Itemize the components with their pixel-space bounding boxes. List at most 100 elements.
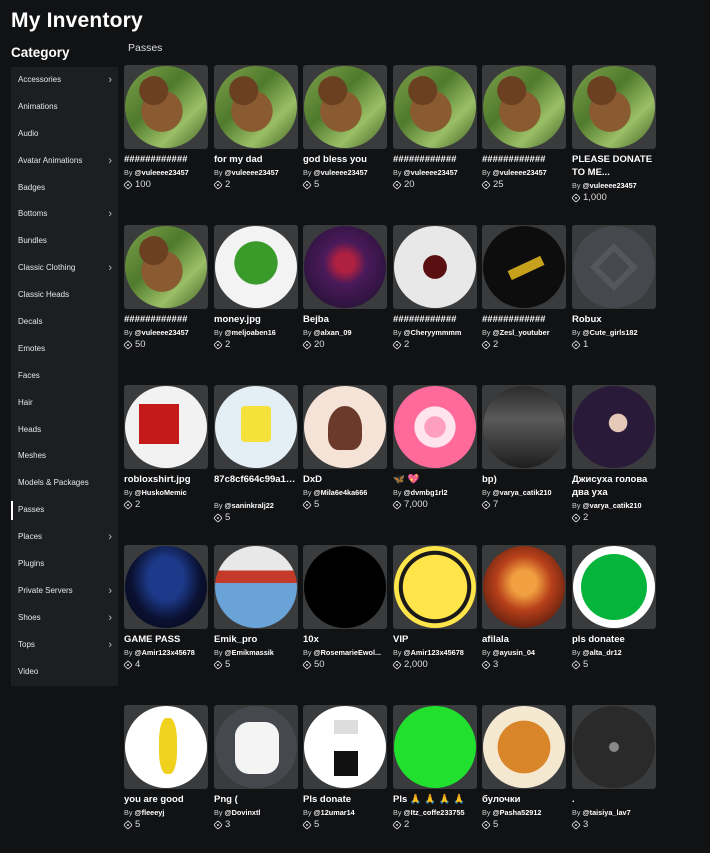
pass-card[interactable]: ############ By @vuleeee23457 50 [123, 225, 208, 350]
creator-link[interactable]: @RosemarieEwol... [314, 648, 382, 657]
pass-card[interactable]: for my dad By @vuleeee23457 2 [213, 65, 300, 190]
pass-name[interactable]: PLEASE DONATE TO ME... [572, 153, 658, 179]
pass-card[interactable]: pls donatee By @alta_dr12 5 [571, 545, 656, 670]
pass-card[interactable]: Pls donate By @12umar14 5 [302, 705, 387, 830]
sidebar-item-bundles[interactable]: Bundles [11, 228, 118, 255]
creator-link[interactable]: @vuleeee23457 [314, 168, 368, 177]
pass-card[interactable]: ############ By @Zesl_youtuber 2 [481, 225, 568, 350]
sidebar-item-emotes[interactable]: Emotes [11, 336, 118, 363]
pass-name[interactable]: robloxshirt.jpg [124, 473, 210, 486]
pass-card[interactable]: булочки By @Pasha52912 5 [481, 705, 568, 830]
pass-name[interactable]: Png ( [214, 793, 300, 806]
pass-thumbnail[interactable] [124, 705, 208, 789]
pass-name[interactable]: ############ [482, 313, 568, 326]
pass-card[interactable]: god bless you By @vuleeee23457 5 [302, 65, 389, 190]
creator-link[interactable]: @12umar14 [314, 808, 355, 817]
sidebar-item-decals[interactable]: Decals [11, 309, 118, 336]
creator-link[interactable]: @Cheryymmmm [404, 328, 462, 337]
creator-link[interactable]: @Pasha52912 [493, 808, 542, 817]
creator-link[interactable]: @alxan_09 [314, 328, 352, 337]
creator-link[interactable]: @alta_dr12 [583, 648, 622, 657]
pass-name[interactable]: ############ [393, 153, 479, 166]
pass-name[interactable]: 🦋 💖 [393, 473, 479, 486]
creator-link[interactable]: @meljoaben16 [225, 328, 276, 337]
pass-thumbnail[interactable] [393, 65, 477, 149]
pass-name[interactable]: ############ [124, 153, 210, 166]
pass-name[interactable]: . [572, 793, 658, 806]
pass-name[interactable]: Bejba [303, 313, 389, 326]
pass-name[interactable]: 87c8cf664c99a1ab6-... [214, 473, 300, 499]
pass-name[interactable]: VIP [393, 633, 479, 646]
pass-thumbnail[interactable] [303, 545, 387, 629]
pass-card[interactable]: Robux By @Cute_girls182 1 [571, 225, 658, 350]
pass-thumbnail[interactable] [124, 545, 208, 629]
creator-link[interactable]: @Mila6e4ka666 [314, 488, 368, 497]
creator-link[interactable]: @Amir123x45678 [135, 648, 195, 657]
creator-link[interactable]: @Itz_coffe233755 [404, 808, 465, 817]
creator-link[interactable]: @ayusin_04 [493, 648, 535, 657]
pass-card[interactable]: robloxshirt.jpg By @HuskoMemic 2 [123, 385, 210, 510]
pass-thumbnail[interactable] [303, 385, 387, 469]
pass-card[interactable]: 🦋 💖 By @dvmbg1rl2 7,000 [392, 385, 479, 510]
pass-name[interactable]: DxD [303, 473, 389, 486]
pass-name[interactable]: god bless you [303, 153, 389, 166]
pass-thumbnail[interactable] [303, 705, 387, 789]
sidebar-item-places[interactable]: Places › [11, 524, 118, 551]
pass-card[interactable]: VIP By @Amir123x45678 2,000 [392, 545, 479, 670]
pass-card[interactable]: afilala By @ayusin_04 3 [481, 545, 568, 670]
sidebar-item-private-servers[interactable]: Private Servers › [11, 578, 118, 605]
pass-card[interactable]: Emik_pro By @Emikmassik 5 [213, 545, 298, 670]
creator-link[interactable]: @Zesl_youtuber [493, 328, 550, 337]
pass-card[interactable]: ############ By @Cheryymmmm 2 [392, 225, 479, 350]
creator-link[interactable]: @Amir123x45678 [404, 648, 464, 657]
pass-card[interactable]: ############ By @vuleeee23457 20 [392, 65, 479, 190]
creator-link[interactable]: @dvmbg1rl2 [404, 488, 448, 497]
creator-link[interactable]: @Emikmassik [225, 648, 274, 657]
pass-name[interactable]: GAME PASS [124, 633, 210, 646]
pass-name[interactable]: afilala [482, 633, 568, 646]
pass-name[interactable]: 10x [303, 633, 389, 646]
sidebar-item-hair[interactable]: Hair [11, 390, 118, 417]
pass-thumbnail[interactable] [303, 65, 387, 149]
pass-card[interactable]: PLEASE DONATE TO ME... By @vuleeee23457 1,… [571, 65, 658, 203]
pass-thumbnail[interactable] [124, 225, 208, 309]
creator-link[interactable]: @fleeeyj [135, 808, 165, 817]
pass-name[interactable]: Robux [572, 313, 658, 326]
creator-link[interactable]: @vuleeee23457 [135, 168, 189, 177]
pass-name[interactable]: булочки [482, 793, 568, 806]
pass-thumbnail[interactable] [482, 65, 566, 149]
pass-thumbnail[interactable] [214, 705, 298, 789]
pass-thumbnail[interactable] [393, 545, 477, 629]
sidebar-item-models-packages[interactable]: Models & Packages [11, 470, 118, 497]
creator-link[interactable]: @vuleeee23457 [404, 168, 458, 177]
sidebar-item-audio[interactable]: Audio [11, 121, 118, 148]
pass-card[interactable]: ############ By @vuleeee23457 100 [123, 65, 210, 190]
pass-card[interactable]: bp) By @varya_catik210 7 [481, 385, 566, 510]
sidebar-item-accessories[interactable]: Accessories › [11, 67, 118, 94]
pass-card[interactable]: . By @taisiya_lav7 3 [571, 705, 658, 830]
pass-card[interactable]: money.jpg By @meljoaben16 2 [213, 225, 300, 350]
pass-thumbnail[interactable] [572, 385, 656, 469]
sidebar-item-badges[interactable]: Badges [11, 175, 118, 202]
pass-name[interactable]: Pls 🙏 🙏 🙏 🙏 [393, 793, 479, 806]
creator-link[interactable]: @vuleeee23457 [493, 168, 547, 177]
pass-name[interactable]: ############ [482, 153, 568, 166]
sidebar-item-classic-clothing[interactable]: Classic Clothing › [11, 255, 118, 282]
pass-name[interactable]: ############ [393, 313, 479, 326]
sidebar-item-bottoms[interactable]: Bottoms › [11, 201, 118, 228]
pass-name[interactable]: money.jpg [214, 313, 300, 326]
pass-thumbnail[interactable] [393, 385, 477, 469]
creator-link[interactable]: @taisiya_lav7 [583, 808, 631, 817]
pass-card[interactable]: Bejba By @alxan_09 20 [302, 225, 389, 350]
creator-link[interactable]: @HuskoMemic [135, 488, 187, 497]
sidebar-item-heads[interactable]: Heads [11, 417, 118, 444]
pass-thumbnail[interactable] [572, 65, 656, 149]
pass-card[interactable]: 87c8cf664c99a1ab6-... By @saninkralj22 5 [213, 385, 300, 523]
pass-card[interactable]: GAME PASS By @Amir123x45678 4 [123, 545, 210, 670]
pass-card[interactable]: Джисуха голова два уха By @varya_catik210… [571, 385, 658, 523]
pass-name[interactable]: Джисуха голова два уха [572, 473, 658, 499]
pass-name[interactable]: for my dad [214, 153, 300, 166]
pass-thumbnail[interactable] [572, 705, 656, 789]
pass-thumbnail[interactable] [482, 545, 566, 629]
creator-link[interactable]: @Dovinxtl [225, 808, 261, 817]
